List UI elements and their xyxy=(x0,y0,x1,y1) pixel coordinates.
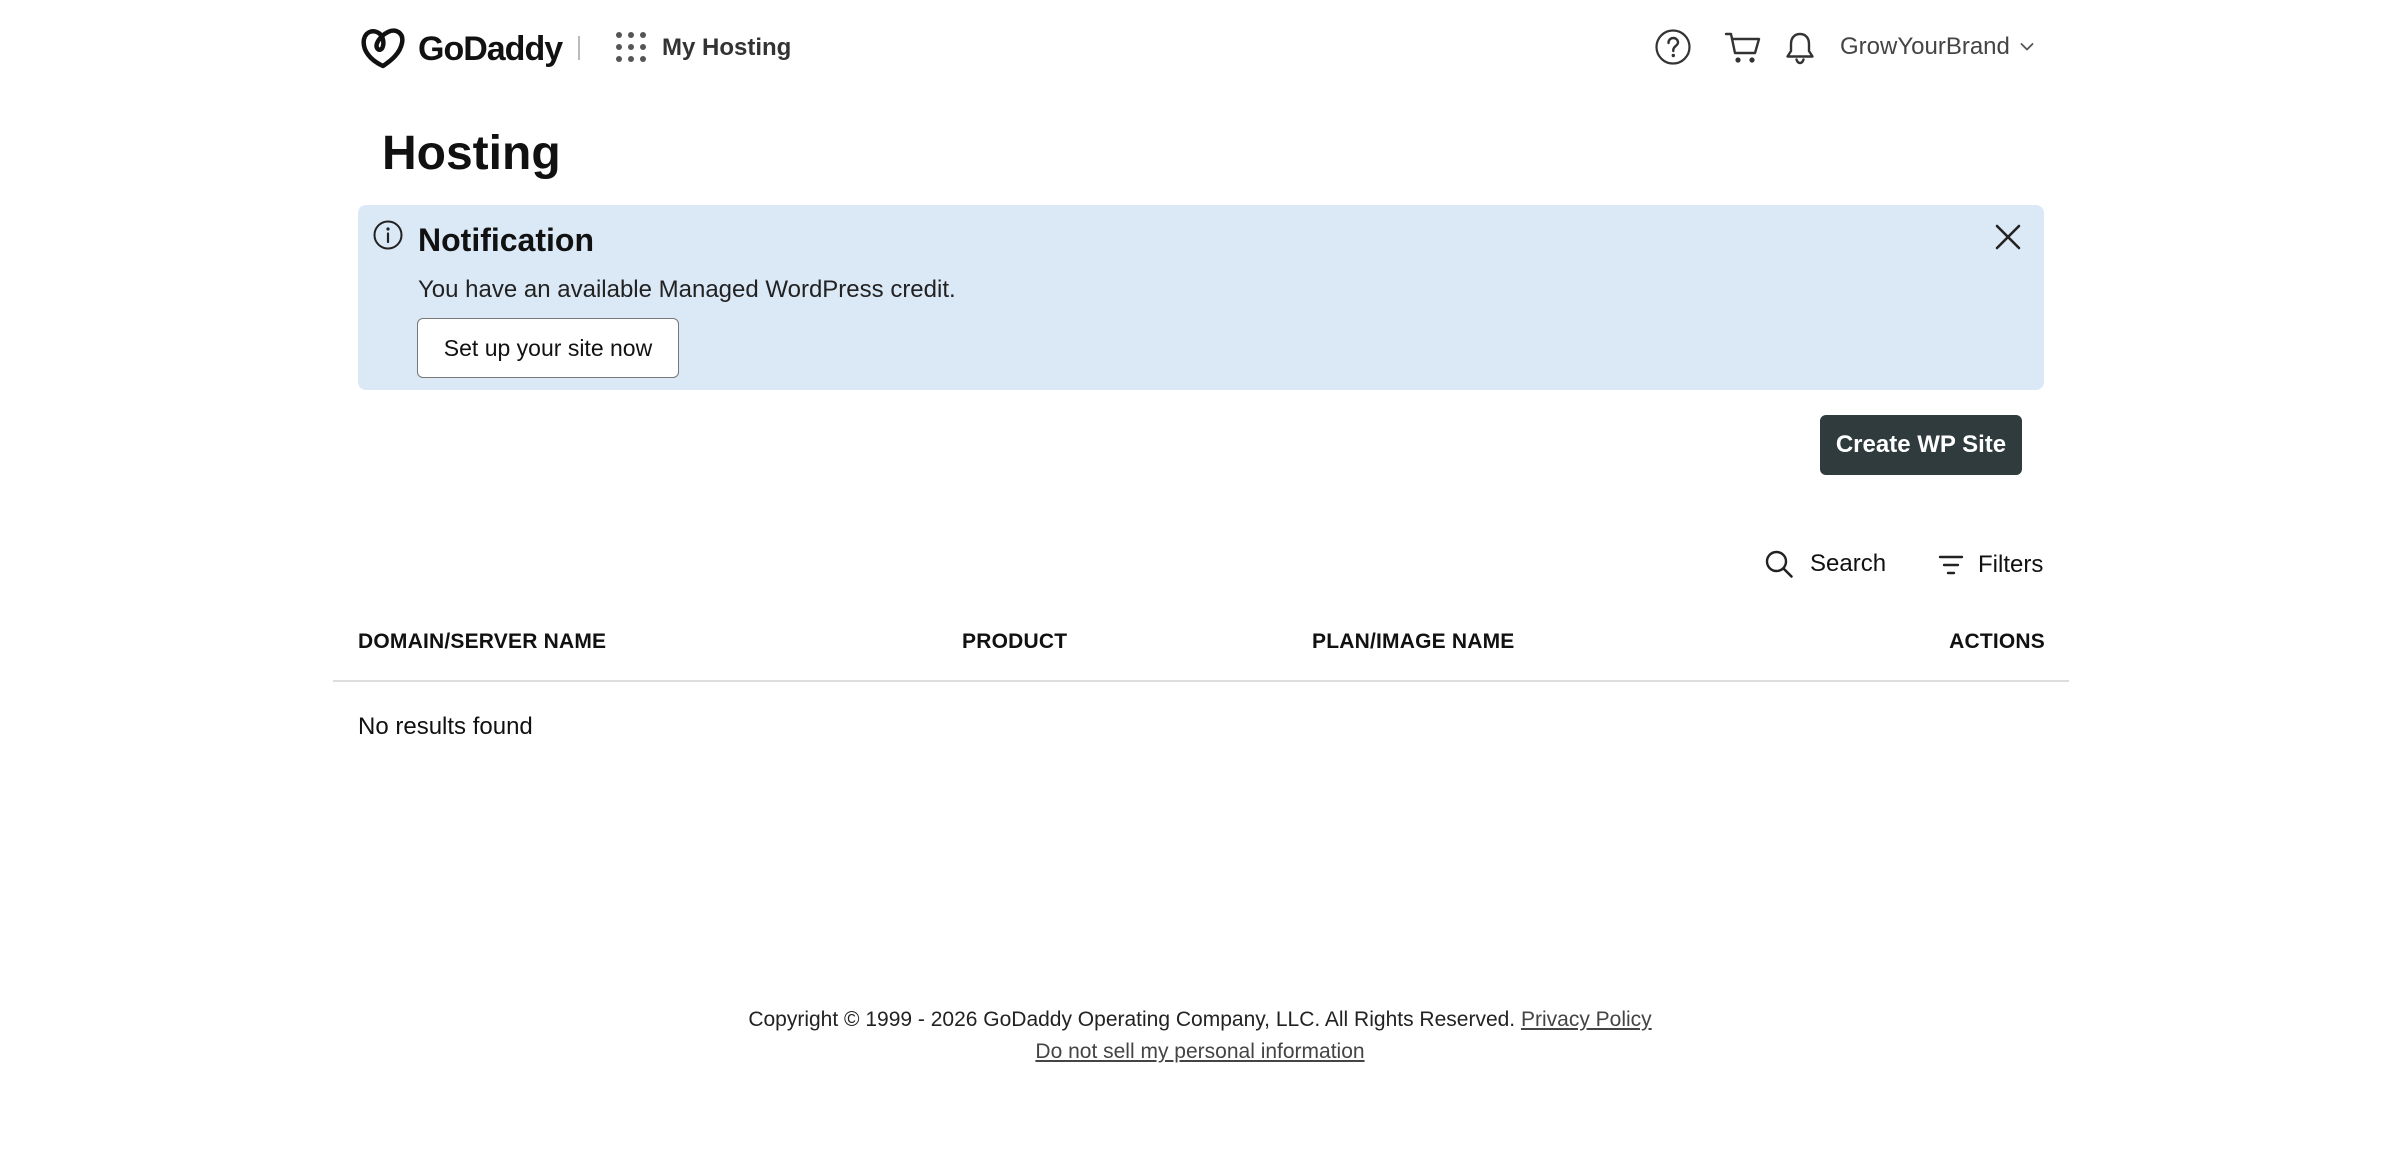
brand-logo[interactable]: GoDaddy xyxy=(358,24,563,74)
privacy-policy-link[interactable]: Privacy Policy xyxy=(1521,1008,1652,1031)
page-footer: Copyright © 1999 - 2026 GoDaddy Operatin… xyxy=(0,1004,2400,1068)
product-name[interactable]: My Hosting xyxy=(662,34,791,62)
column-header-product[interactable]: PRODUCT xyxy=(962,630,1067,654)
table-header: DOMAIN/SERVER NAME PRODUCT PLAN/IMAGE NA… xyxy=(333,620,2069,682)
footer-line-1: Copyright © 1999 - 2026 GoDaddy Operatin… xyxy=(0,1004,2400,1036)
footer-line-2: Do not sell my personal information xyxy=(0,1036,2400,1068)
filter-icon xyxy=(1938,555,1964,575)
create-wp-site-button[interactable]: Create WP Site xyxy=(1820,415,2022,475)
notification-banner: Notification You have an available Manag… xyxy=(358,205,2044,390)
help-circle-icon[interactable] xyxy=(1654,28,1692,66)
info-circle-icon xyxy=(372,219,404,251)
setup-site-button[interactable]: Set up your site now xyxy=(417,318,679,378)
column-header-domain[interactable]: DOMAIN/SERVER NAME xyxy=(358,630,606,654)
top-header: GoDaddy My Hosting GrowYourBrand xyxy=(0,0,2400,100)
header-divider xyxy=(578,36,580,60)
notification-title: Notification xyxy=(418,222,594,258)
apps-grid-icon[interactable] xyxy=(614,30,648,64)
account-name: GrowYourBrand xyxy=(1840,33,2010,60)
cart-icon[interactable] xyxy=(1724,30,1762,66)
chevron-down-icon xyxy=(2020,43,2034,51)
search-label: Search xyxy=(1810,550,1887,577)
account-menu[interactable]: GrowYourBrand xyxy=(1840,33,2034,61)
page: GoDaddy My Hosting GrowYourBrand Hosting… xyxy=(0,0,2400,1159)
filters-label: Filters xyxy=(1978,551,2044,578)
copyright-text: Copyright © 1999 - 2026 GoDaddy Operatin… xyxy=(748,1008,1516,1031)
column-header-plan[interactable]: PLAN/IMAGE NAME xyxy=(1312,630,1515,654)
filters-button[interactable]: Filters xyxy=(1938,551,2043,579)
close-icon[interactable] xyxy=(1990,219,2026,255)
column-header-actions: ACTIONS xyxy=(1949,630,2045,653)
do-not-sell-link[interactable]: Do not sell my personal information xyxy=(1035,1040,1364,1063)
search-icon xyxy=(1765,550,1793,578)
bell-icon[interactable] xyxy=(1784,30,1816,66)
search-button[interactable]: Search xyxy=(1764,549,1886,579)
empty-results-message: No results found xyxy=(358,713,533,740)
notification-message: You have an available Managed WordPress … xyxy=(418,276,956,303)
page-title: Hosting xyxy=(382,127,561,180)
brand-name: GoDaddy xyxy=(418,29,563,68)
godaddy-logo-icon xyxy=(361,28,405,69)
